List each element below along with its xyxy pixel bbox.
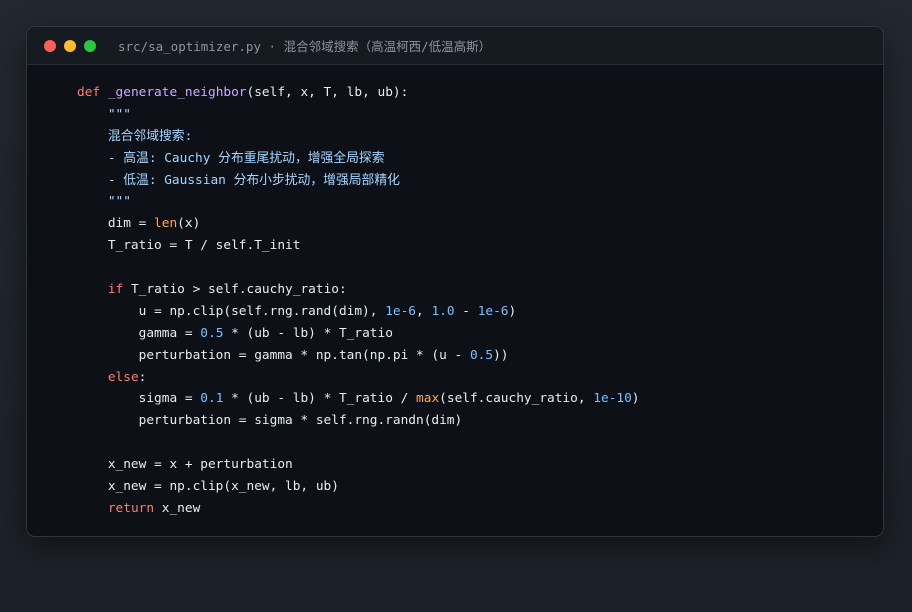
code-token: """ xyxy=(77,106,131,122)
code-token: return xyxy=(107,500,155,516)
code-token: - 高温: Cauchy 分布重尾扰动，增强全局探索 xyxy=(77,150,385,166)
code-line: sigma = 0.1 * (ub - lb) * T_ratio / max(… xyxy=(77,388,883,410)
code-token: """ xyxy=(77,194,131,210)
code-line: def _generate_neighbor(self, x, T, lb, u… xyxy=(77,82,883,104)
minimize-button[interactable] xyxy=(64,39,76,52)
code-token: (self, x, T, lb, ub): xyxy=(246,85,409,100)
code-line: else: xyxy=(77,367,883,389)
code-editor[interactable]: def _generate_neighbor(self, x, T, lb, u… xyxy=(27,65,883,520)
code-window: src/sa_optimizer.py · 混合邻域搜索（高温柯西/低温高斯） … xyxy=(26,26,884,537)
code-line: return x_new xyxy=(77,498,883,520)
code-token: perturbation = gamma * np.tan(np.pi * (u… xyxy=(77,347,470,363)
code-line: T_ratio = T / self.T_init xyxy=(77,235,883,257)
code-token: )) xyxy=(493,347,509,363)
window-title: src/sa_optimizer.py · 混合邻域搜索（高温柯西/低温高斯） xyxy=(118,39,492,54)
code-token: - 低温: Gaussian 分布小步扰动，增强局部精化 xyxy=(77,172,400,188)
code-token: * (ub - lb) * T_ratio / xyxy=(223,391,417,407)
code-token: if xyxy=(107,282,124,298)
code-token: dim = xyxy=(77,216,155,232)
code-token: ) xyxy=(508,303,517,319)
maximize-button[interactable] xyxy=(84,39,96,52)
code-token: else xyxy=(107,369,139,385)
code-token: T_ratio > self.cauchy_ratio: xyxy=(123,282,347,298)
code-token: max xyxy=(416,391,440,407)
code-token: u = np.clip(self.rng.rand(dim), xyxy=(77,303,386,319)
code-token: perturbation = sigma * self.rng.randn(di… xyxy=(77,413,463,429)
code-token: x_new = x + perturbation xyxy=(77,457,293,473)
code-token: (self.cauchy_ratio, xyxy=(439,391,594,407)
code-line: x_new = x + perturbation xyxy=(77,454,883,476)
code-line: x_new = np.clip(x_new, lb, ub) xyxy=(77,476,883,498)
code-token: gamma = xyxy=(77,325,201,341)
code-token: _generate_neighbor xyxy=(107,85,247,100)
code-token: def xyxy=(77,85,108,100)
code-token: : xyxy=(138,369,147,385)
code-line: """ xyxy=(77,104,883,126)
code-token: x_new xyxy=(154,500,201,516)
code-token: , xyxy=(416,303,432,319)
code-token: ) xyxy=(631,391,640,407)
code-line: 混合邻域搜索: xyxy=(77,126,883,148)
code-token: 1e-6 xyxy=(385,303,417,319)
title-bar: src/sa_optimizer.py · 混合邻域搜索（高温柯西/低温高斯） xyxy=(27,27,883,65)
code-token: 1e-10 xyxy=(593,391,632,407)
code-token: len xyxy=(154,216,178,232)
code-line: perturbation = sigma * self.rng.randn(di… xyxy=(77,410,883,432)
code-token: 0.5 xyxy=(200,325,224,341)
code-token: 混合邻域搜索: xyxy=(77,128,193,144)
code-token: (x) xyxy=(177,216,201,232)
code-line: u = np.clip(self.rng.rand(dim), 1e-6, 1.… xyxy=(77,301,883,323)
code-token: x_new = np.clip(x_new, lb, ub) xyxy=(77,479,339,495)
code-line: - 低温: Gaussian 分布小步扰动，增强局部精化 xyxy=(77,170,883,192)
code-token: T_ratio = T / self.T_init xyxy=(77,238,301,254)
code-token: - xyxy=(454,303,478,319)
code-token: 1.0 xyxy=(431,303,455,319)
code-line: if T_ratio > self.cauchy_ratio: xyxy=(77,279,883,301)
code-line: """ xyxy=(77,191,883,213)
code-line: dim = len(x) xyxy=(77,213,883,235)
code-token: * (ub - lb) * T_ratio xyxy=(223,325,393,341)
code-line: - 高温: Cauchy 分布重尾扰动，增强全局探索 xyxy=(77,148,883,170)
code-token: 0.1 xyxy=(200,391,224,407)
close-button[interactable] xyxy=(44,39,56,52)
code-token: 0.5 xyxy=(469,347,494,363)
code-token: sigma = xyxy=(77,391,201,407)
code-line: gamma = 0.5 * (ub - lb) * T_ratio xyxy=(77,323,883,345)
code-token: 1e-6 xyxy=(477,303,509,319)
code-line: perturbation = gamma * np.tan(np.pi * (u… xyxy=(77,345,883,367)
